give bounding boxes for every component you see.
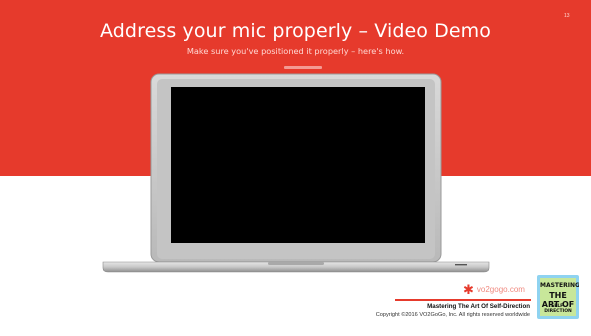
copyright-text: Copyright ©2016 VO2GoGo, Inc. All rights… [375,312,530,318]
laptop-port [455,264,467,266]
book-cover-inner: MASTERING THE ART OF SELF-DIRECTION [540,278,579,316]
video-player [171,87,425,243]
laptop-hinge-notch [268,262,324,265]
book-title-line-3: SELF-DIRECTION [544,304,572,314]
brand-logo[interactable]: ✱ vo2gogo.com [463,283,525,296]
book-cover-logo: MASTERING THE ART OF SELF-DIRECTION [537,275,579,319]
course-title: Mastering The Art Of Self-Direction [427,303,530,310]
slide: Address your mic properly – Video Demo M… [0,0,591,336]
brand-url[interactable]: vo2gogo.com [477,285,525,294]
asterisk-star-icon: ✱ [463,282,474,297]
footer-divider [395,299,531,301]
book-title-line-1: MASTERING [540,282,579,289]
